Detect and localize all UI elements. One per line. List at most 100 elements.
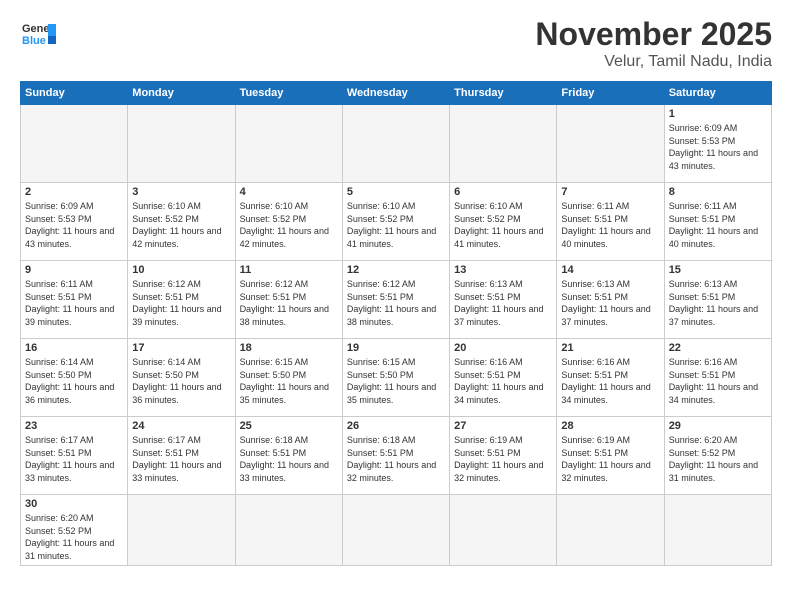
calendar-cell (342, 105, 449, 183)
weekday-header-tuesday: Tuesday (235, 82, 342, 105)
calendar-table: SundayMondayTuesdayWednesdayThursdayFrid… (20, 81, 772, 566)
calendar-cell: 7Sunrise: 6:11 AM Sunset: 5:51 PM Daylig… (557, 183, 664, 261)
day-number: 2 (25, 186, 123, 198)
day-info: Sunrise: 6:13 AM Sunset: 5:51 PM Dayligh… (454, 278, 552, 328)
day-info: Sunrise: 6:18 AM Sunset: 5:51 PM Dayligh… (347, 434, 445, 484)
day-number: 12 (347, 264, 445, 276)
calendar-cell: 1 Sunrise: 6:09 AM Sunset: 5:53 PM Daylig… (664, 105, 771, 183)
weekday-header-sunday: Sunday (21, 82, 128, 105)
calendar-cell (557, 105, 664, 183)
calendar-cell (450, 105, 557, 183)
calendar-week-5: 23 Sunrise: 6:17 AM Sunset: 5:51 PM Dayli… (21, 417, 772, 495)
day-info: Sunrise: 6:17 AM Sunset: 5:51 PM Dayligh… (25, 434, 123, 484)
day-number: 11 (240, 264, 338, 276)
calendar-cell: 23 Sunrise: 6:17 AM Sunset: 5:51 PM Dayli… (21, 417, 128, 495)
calendar-cell: 16 Sunrise: 6:14 AM Sunset: 5:50 PM Dayli… (21, 339, 128, 417)
day-info: Sunrise: 6:09 AM Sunset: 5:53 PM Dayligh… (25, 200, 123, 250)
day-info: Sunrise: 6:13 AM Sunset: 5:51 PM Dayligh… (669, 278, 767, 328)
calendar-cell: 5Sunrise: 6:10 AM Sunset: 5:52 PM Daylig… (342, 183, 449, 261)
calendar-cell (235, 495, 342, 566)
day-number: 6 (454, 186, 552, 198)
day-info: Sunrise: 6:11 AM Sunset: 5:51 PM Dayligh… (561, 200, 659, 250)
calendar-cell: 21 Sunrise: 6:16 AM Sunset: 5:51 PM Dayli… (557, 339, 664, 417)
day-info: Sunrise: 6:12 AM Sunset: 5:51 PM Dayligh… (347, 278, 445, 328)
day-number: 8 (669, 186, 767, 198)
subtitle: Velur, Tamil Nadu, India (535, 53, 772, 71)
calendar-cell: 20Sunrise: 6:16 AM Sunset: 5:51 PM Dayli… (450, 339, 557, 417)
calendar-cell: 27Sunrise: 6:19 AM Sunset: 5:51 PM Dayli… (450, 417, 557, 495)
day-number: 28 (561, 420, 659, 432)
day-number: 24 (132, 420, 230, 432)
calendar-cell: 3Sunrise: 6:10 AM Sunset: 5:52 PM Daylig… (128, 183, 235, 261)
weekday-header-thursday: Thursday (450, 82, 557, 105)
day-number: 5 (347, 186, 445, 198)
day-info: Sunrise: 6:16 AM Sunset: 5:51 PM Dayligh… (561, 356, 659, 406)
day-info: Sunrise: 6:20 AM Sunset: 5:52 PM Dayligh… (669, 434, 767, 484)
calendar-cell: 12 Sunrise: 6:12 AM Sunset: 5:51 PM Dayli… (342, 261, 449, 339)
day-info: Sunrise: 6:14 AM Sunset: 5:50 PM Dayligh… (132, 356, 230, 406)
calendar-week-2: 2 Sunrise: 6:09 AM Sunset: 5:53 PM Daylig… (21, 183, 772, 261)
calendar-cell: 9 Sunrise: 6:11 AM Sunset: 5:51 PM Daylig… (21, 261, 128, 339)
calendar-cell: 2 Sunrise: 6:09 AM Sunset: 5:53 PM Daylig… (21, 183, 128, 261)
calendar-cell: 8 Sunrise: 6:11 AM Sunset: 5:51 PM Daylig… (664, 183, 771, 261)
day-number: 21 (561, 342, 659, 354)
day-info: Sunrise: 6:10 AM Sunset: 5:52 PM Dayligh… (132, 200, 230, 250)
calendar-cell: 10 Sunrise: 6:12 AM Sunset: 5:51 PM Dayli… (128, 261, 235, 339)
day-number: 1 (669, 108, 767, 120)
logo: General Blue (20, 16, 56, 52)
day-number: 18 (240, 342, 338, 354)
logo-icon: General Blue (20, 16, 56, 52)
calendar-cell (235, 105, 342, 183)
calendar-cell: 6 Sunrise: 6:10 AM Sunset: 5:52 PM Daylig… (450, 183, 557, 261)
day-number: 4 (240, 186, 338, 198)
day-number: 9 (25, 264, 123, 276)
day-info: Sunrise: 6:12 AM Sunset: 5:51 PM Dayligh… (132, 278, 230, 328)
day-info: Sunrise: 6:16 AM Sunset: 5:51 PM Dayligh… (669, 356, 767, 406)
day-info: Sunrise: 6:16 AM Sunset: 5:51 PM Dayligh… (454, 356, 552, 406)
calendar-cell (21, 105, 128, 183)
day-number: 30 (25, 498, 123, 510)
day-number: 17 (132, 342, 230, 354)
day-number: 14 (561, 264, 659, 276)
day-info: Sunrise: 6:11 AM Sunset: 5:51 PM Dayligh… (25, 278, 123, 328)
day-info: Sunrise: 6:10 AM Sunset: 5:52 PM Dayligh… (454, 200, 552, 250)
weekday-header-saturday: Saturday (664, 82, 771, 105)
svg-text:Blue: Blue (22, 35, 46, 47)
calendar-cell (450, 495, 557, 566)
calendar-cell: 14 Sunrise: 6:13 AM Sunset: 5:51 PM Dayli… (557, 261, 664, 339)
calendar-cell: 24 Sunrise: 6:17 AM Sunset: 5:51 PM Dayli… (128, 417, 235, 495)
calendar-cell: 19Sunrise: 6:15 AM Sunset: 5:50 PM Dayli… (342, 339, 449, 417)
day-info: Sunrise: 6:19 AM Sunset: 5:51 PM Dayligh… (561, 434, 659, 484)
day-number: 16 (25, 342, 123, 354)
calendar-cell (664, 495, 771, 566)
day-info: Sunrise: 6:20 AM Sunset: 5:52 PM Dayligh… (25, 512, 123, 562)
day-number: 22 (669, 342, 767, 354)
day-number: 19 (347, 342, 445, 354)
calendar-cell: 29 Sunrise: 6:20 AM Sunset: 5:52 PM Dayli… (664, 417, 771, 495)
calendar-cell: 17 Sunrise: 6:14 AM Sunset: 5:50 PM Dayli… (128, 339, 235, 417)
calendar-week-6: 30 Sunrise: 6:20 AM Sunset: 5:52 PM Dayli… (21, 495, 772, 566)
day-info: Sunrise: 6:10 AM Sunset: 5:52 PM Dayligh… (240, 200, 338, 250)
day-info: Sunrise: 6:14 AM Sunset: 5:50 PM Dayligh… (25, 356, 123, 406)
title-block: November 2025 Velur, Tamil Nadu, India (535, 16, 772, 71)
calendar-cell (128, 495, 235, 566)
day-info: Sunrise: 6:09 AM Sunset: 5:53 PM Dayligh… (669, 122, 767, 172)
day-number: 23 (25, 420, 123, 432)
calendar-cell: 15Sunrise: 6:13 AM Sunset: 5:51 PM Dayli… (664, 261, 771, 339)
page-header: General Blue November 2025 Velur, Tamil … (20, 16, 772, 71)
calendar-week-1: 1 Sunrise: 6:09 AM Sunset: 5:53 PM Daylig… (21, 105, 772, 183)
calendar-week-4: 16 Sunrise: 6:14 AM Sunset: 5:50 PM Dayli… (21, 339, 772, 417)
day-info: Sunrise: 6:15 AM Sunset: 5:50 PM Dayligh… (240, 356, 338, 406)
calendar-cell (557, 495, 664, 566)
day-number: 10 (132, 264, 230, 276)
day-info: Sunrise: 6:13 AM Sunset: 5:51 PM Dayligh… (561, 278, 659, 328)
calendar-cell: 13Sunrise: 6:13 AM Sunset: 5:51 PM Dayli… (450, 261, 557, 339)
calendar-cell: 4 Sunrise: 6:10 AM Sunset: 5:52 PM Daylig… (235, 183, 342, 261)
day-info: Sunrise: 6:11 AM Sunset: 5:51 PM Dayligh… (669, 200, 767, 250)
day-number: 29 (669, 420, 767, 432)
day-info: Sunrise: 6:17 AM Sunset: 5:51 PM Dayligh… (132, 434, 230, 484)
day-number: 25 (240, 420, 338, 432)
main-title: November 2025 (535, 16, 772, 53)
weekday-header-row: SundayMondayTuesdayWednesdayThursdayFrid… (21, 82, 772, 105)
day-number: 26 (347, 420, 445, 432)
